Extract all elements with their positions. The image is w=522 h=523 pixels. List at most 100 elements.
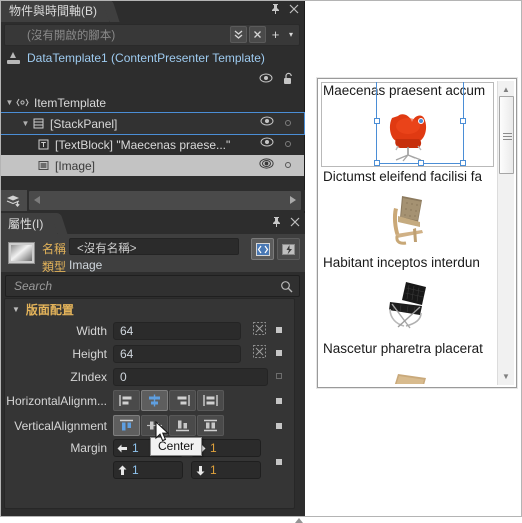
twisty-icon[interactable]: ▼ [12,305,20,314]
resize-handle-se[interactable] [460,160,466,166]
list-item-image[interactable] [321,271,494,337]
resize-handle-sw[interactable] [374,160,380,166]
list-item[interactable]: Nascetur pharetra placerat [321,340,494,384]
zindex-input[interactable]: 0 [113,367,268,386]
valign-stretch-button[interactable] [197,415,224,436]
arrow-left-icon [114,444,131,453]
resize-handle-e[interactable] [460,118,466,124]
template-icon [15,98,30,107]
margin-top-input[interactable]: 1 [113,461,183,479]
tree-row[interactable]: ▼ ItemTemplate [0,92,304,113]
root-visibility-lock-row [0,70,304,90]
property-row-zindex: ZIndex 0 [5,365,294,388]
script-selector-bar[interactable]: (沒有開啟的腳本) + ▾ [4,24,300,46]
zindex-advanced-options[interactable] [276,373,282,379]
twisty-icon[interactable]: ▼ [4,98,15,107]
property-row-horizontal-alignment: HorizontalAlignm... [5,388,294,413]
twisty-icon[interactable]: ▼ [20,119,31,128]
height-label: Height [72,346,107,361]
chevron-down-icon[interactable]: ▾ [285,26,297,43]
halign-left-button[interactable] [113,390,140,411]
close-icon[interactable] [290,217,300,227]
x-circle-icon[interactable] [249,26,266,43]
eye-icon[interactable] [260,116,274,126]
design-preview-artboard[interactable]: Maecenas praesent accum Dictumst eleifen… [317,78,517,388]
halign-right-button[interactable] [169,390,196,411]
vertical-alignment-label: VerticalAlignment [14,418,107,433]
tree-row[interactable]: [TextBlock] "Maecenas praese..." [0,134,304,155]
property-row-height: Height 64 [5,342,294,365]
layers-down-icon[interactable] [0,190,27,211]
list-item[interactable]: Dictumst eleifend facilisi fa [321,168,494,251]
triangle-up-icon[interactable] [295,518,303,523]
search-icon[interactable] [280,280,293,293]
margin-bottom-value: 1 [210,463,217,477]
eye-icon[interactable] [259,158,274,169]
width-advanced-options[interactable] [276,327,282,333]
preview-scrollbar-thumb[interactable] [499,96,514,174]
properties-panel: 屬性(I) 名稱 <沒有名稱> 類型 Image Search ▼ 版面配置 W… [0,213,305,523]
pin-icon[interactable] [271,216,282,227]
triangle-down-icon[interactable]: ▼ [502,372,510,381]
layout-section-title: 版面配置 [25,302,74,317]
horizontal-alignment-label: HorizontalAlignm... [6,393,107,408]
height-advanced-options[interactable] [276,350,282,356]
list-item-text: Dictumst eleifend facilisi fa [323,169,483,184]
lock-toggle-dot[interactable] [285,120,291,126]
type-label: 類型 [42,260,67,274]
width-auto-icon[interactable] [253,322,266,335]
pin-icon[interactable] [270,3,281,14]
template-root-row[interactable]: DataTemplate1 (ContentPresenter Template… [0,46,304,70]
list-item[interactable]: Habitant inceptos interdun [321,254,494,337]
resize-handle-w[interactable] [374,118,380,124]
valign-top-button[interactable] [113,415,140,436]
panel-nav-track[interactable] [29,191,301,210]
width-input[interactable]: 64 [113,321,241,340]
properties-icon[interactable] [251,238,274,260]
tree-node-label: [StackPanel] [50,116,118,131]
chevron-double-down-icon[interactable] [230,26,247,43]
script-bar-buttons: + ▾ [230,26,297,43]
tree-node-label: ItemTemplate [34,95,107,110]
list-item-text: Nascetur pharetra placerat [323,341,483,356]
resize-handle-s[interactable] [418,160,424,166]
name-input[interactable]: <沒有名稱> [69,238,239,255]
events-lightning-icon[interactable] [277,238,300,260]
eye-icon[interactable] [260,137,274,147]
add-button[interactable]: + [268,26,283,43]
tree-row[interactable]: [Image] [0,155,304,176]
tab-objects-and-timeline[interactable]: 物件與時間軸(B) [0,0,109,22]
list-item-image[interactable] [321,185,494,251]
close-icon[interactable] [289,4,299,14]
height-input[interactable]: 64 [113,344,241,363]
arrow-right-icon[interactable] [290,196,296,204]
preview-scrollbar[interactable]: ▲ ▼ [497,81,514,385]
arrow-left-icon[interactable] [34,196,40,204]
tree-row[interactable]: ▼ [StackPanel] [0,112,305,135]
horizontal-alignment-advanced-options[interactable] [276,398,282,404]
blend-designer-window: 物件與時間軸(B) (沒有開啟的腳本) + ▾ DataTemplate1 (C… [0,0,522,523]
valign-bottom-button[interactable] [169,415,196,436]
search-input[interactable] [6,276,299,296]
margin-bottom-input[interactable]: 1 [191,461,261,479]
halign-stretch-button[interactable] [197,390,224,411]
lock-open-icon[interactable] [283,72,294,85]
lock-toggle-dot[interactable] [285,162,291,168]
center-handle[interactable] [418,118,424,124]
mouse-cursor [155,421,170,443]
list-item[interactable]: Maecenas praesent accum [321,82,494,166]
eye-icon[interactable] [259,73,273,83]
margin-advanced-options[interactable] [276,459,282,465]
lock-toggle-dot[interactable] [285,141,291,147]
list-item-image[interactable] [321,357,494,384]
halign-center-button[interactable] [141,390,168,411]
height-auto-icon[interactable] [253,345,266,358]
tab-properties[interactable]: 屬性(I) [0,213,58,234]
tab-properties-label: 屬性(I) [8,217,44,231]
vertical-alignment-advanced-options[interactable] [276,423,282,429]
element-thumbnail [8,242,35,264]
triangle-up-icon[interactable]: ▲ [502,85,510,94]
layout-section-header[interactable]: ▼ 版面配置 [5,299,294,319]
property-search-row[interactable] [5,275,300,297]
margin-top-value: 1 [132,463,139,477]
